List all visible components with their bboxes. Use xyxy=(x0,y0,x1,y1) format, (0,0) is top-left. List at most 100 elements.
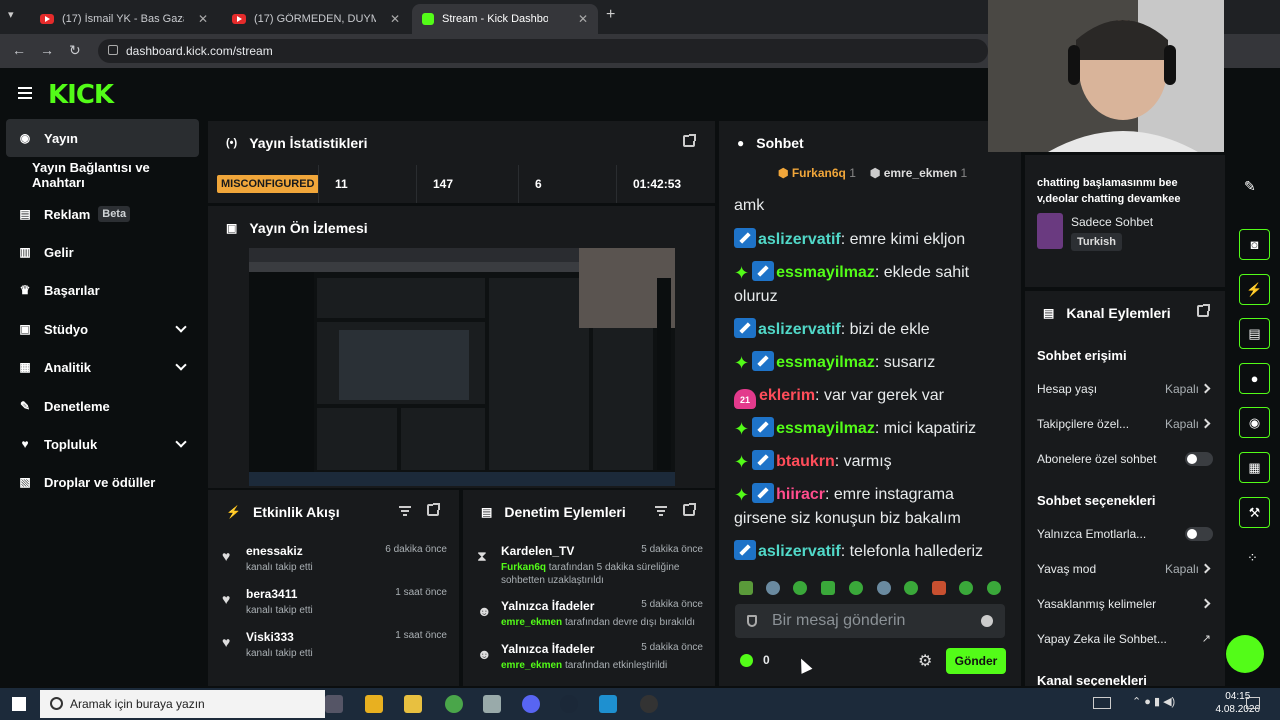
slow-mode-label[interactable]: Yavaş mod xyxy=(1037,562,1096,576)
popout-icon[interactable] xyxy=(427,503,440,516)
back-icon[interactable]: ← xyxy=(12,42,26,58)
chat-options-heading: Sohbet seçenekleri xyxy=(1037,493,1156,508)
sidebar-item-gelir[interactable]: ▥ Gelir xyxy=(6,233,199,271)
popout-icon[interactable] xyxy=(683,134,696,147)
emote-icon[interactable] xyxy=(932,581,946,595)
battlenet-icon[interactable] xyxy=(599,695,617,713)
sidebar-item-yayin[interactable]: ◉ Yayın xyxy=(6,119,199,157)
chat-message: aslizervatif: telefonla hallederiz xyxy=(734,540,1006,564)
app-icon[interactable] xyxy=(483,695,501,713)
popout-icon[interactable] xyxy=(1197,304,1210,317)
stream-preview-video[interactable] xyxy=(249,248,675,486)
app-icon[interactable] xyxy=(365,695,383,713)
close-tab-icon[interactable]: ✕ xyxy=(198,12,208,26)
emote-icon[interactable] xyxy=(821,581,835,595)
chrome-icon[interactable] xyxy=(445,695,463,713)
channel-points[interactable]: 0 xyxy=(740,653,770,667)
stream-category[interactable]: Sadece Sohbet xyxy=(1071,215,1153,229)
chat-message: ✦ essmayilmaz: eklede sahit oluruz xyxy=(734,261,970,305)
gear-icon[interactable]: ⚙ xyxy=(918,651,932,671)
url-bar[interactable]: dashboard.kick.com/stream xyxy=(98,39,988,63)
sidebar-item-stream-key[interactable]: Yayın Bağlantısı ve Anahtarı xyxy=(6,156,199,194)
popout-icon[interactable] xyxy=(683,503,696,516)
sidebar-item-droplar[interactable]: ▧ Droplar ve ödüller xyxy=(6,463,199,501)
external-link-icon[interactable]: ↗ xyxy=(1202,632,1211,645)
chevron-right-icon[interactable] xyxy=(1200,383,1211,394)
broadcast-icon[interactable]: ◉ xyxy=(1239,407,1270,438)
chart-icon: ▥ xyxy=(19,245,31,259)
keyboard-icon[interactable] xyxy=(1093,697,1111,709)
sidebar-item-analitik[interactable]: ▦ Analitik xyxy=(6,348,199,386)
browser-tab-3[interactable]: Stream - Kick Dashboard ✕ xyxy=(412,4,598,34)
emote-icon[interactable] xyxy=(793,581,807,595)
tray-icons[interactable]: ⌃ ● ▮ ◀) xyxy=(1132,695,1175,708)
lightning-icon[interactable]: ⚡ xyxy=(1239,274,1270,305)
emote-icon[interactable] xyxy=(987,581,1001,595)
stream-stats-header: (•) Yayın İstatistikleri xyxy=(208,121,715,165)
browser-tab-2[interactable]: (17) GÖRMEDEN, DUYMADAN ✕ xyxy=(222,4,410,34)
chat-bubble-icon[interactable]: ● xyxy=(1239,363,1270,394)
chat-message: ✦ essmayilmaz: mici kapatiriz xyxy=(734,417,977,439)
category-thumbnail[interactable] xyxy=(1037,213,1063,249)
chevron-right-icon[interactable] xyxy=(1200,418,1211,429)
ai-chat-label[interactable]: Yapay Zeka ile Sohbet... xyxy=(1037,632,1167,646)
sidebar-item-denetleme[interactable]: ✎ Denetleme xyxy=(6,387,199,425)
site-info-icon[interactable] xyxy=(108,45,118,55)
tab-search-icon[interactable]: ▾ xyxy=(8,8,14,21)
banned-words-label[interactable]: Yasaklanmış kelimeler xyxy=(1037,597,1156,611)
forward-icon[interactable]: → xyxy=(40,42,54,58)
notifications-icon[interactable] xyxy=(1246,697,1260,709)
camera-icon[interactable]: ◙ xyxy=(1239,229,1270,260)
task-view-icon[interactable] xyxy=(325,695,343,713)
file-explorer-icon[interactable] xyxy=(404,695,422,713)
account-age-label[interactable]: Hesap yaşı xyxy=(1037,382,1097,396)
emotes-only-toggle[interactable] xyxy=(1185,527,1213,541)
emote-icon[interactable] xyxy=(877,581,891,595)
emote-icon[interactable] xyxy=(959,581,973,595)
vip-badge-icon: ✦ xyxy=(734,452,750,472)
chat-input[interactable]: Bir mesaj gönderin xyxy=(735,604,1005,638)
filter-icon[interactable] xyxy=(399,506,411,516)
followers-only-label[interactable]: Takipçilere özel... xyxy=(1037,417,1129,431)
add-widget-icon[interactable]: ⁘ xyxy=(1247,550,1258,566)
emote-icon[interactable] xyxy=(849,581,863,595)
emoji-picker-icon[interactable] xyxy=(981,615,993,627)
wrench-icon: ✎ xyxy=(19,399,31,413)
menu-icon[interactable] xyxy=(18,87,32,99)
emote-icon[interactable] xyxy=(766,581,780,595)
sidebar-item-topluluk[interactable]: ♥ Topluluk xyxy=(6,425,199,463)
discord-icon[interactable] xyxy=(522,695,540,713)
top-user-1[interactable]: ⬢ Furkan6q 1 xyxy=(778,166,856,180)
reload-icon[interactable]: ↻ xyxy=(69,42,81,59)
top-user-2[interactable]: ⬢ emre_ekmen 1 xyxy=(870,166,967,180)
language-tag: Turkish xyxy=(1071,233,1122,251)
steam-icon[interactable] xyxy=(560,695,578,713)
sidebar-item-reklam[interactable]: ▤ Reklam Beta xyxy=(6,195,199,233)
browser-tab-1[interactable]: (17) İsmail YK - Bas Gaza (Offici ✕ xyxy=(30,4,218,34)
kick-logo[interactable]: KICK xyxy=(48,80,114,110)
obs-icon[interactable] xyxy=(640,695,658,713)
chevron-right-icon[interactable] xyxy=(1200,563,1211,574)
channel-options-heading: Kanal seçenekleri xyxy=(1037,673,1147,686)
filter-icon[interactable] xyxy=(655,506,667,516)
close-tab-icon[interactable]: ✕ xyxy=(578,12,588,26)
analytics-icon: ▦ xyxy=(19,360,31,374)
emote-icon[interactable] xyxy=(904,581,918,595)
stat-duration: 01:42:53 xyxy=(616,165,715,203)
chevron-right-icon[interactable] xyxy=(1200,598,1211,609)
sidebar-item-studyo[interactable]: ▣ Stüdyo xyxy=(6,310,199,348)
windows-start-icon[interactable] xyxy=(12,697,26,711)
new-tab-icon[interactable]: + xyxy=(606,6,615,24)
sidebar-item-basarilar[interactable]: ♛ Başarılar xyxy=(6,271,199,309)
subscribers-only-toggle[interactable] xyxy=(1185,452,1213,466)
wrench-icon[interactable]: ⚒ xyxy=(1239,497,1270,528)
send-button[interactable]: Gönder xyxy=(946,648,1006,674)
document-icon[interactable]: ▤ xyxy=(1239,318,1270,349)
emote-icon[interactable] xyxy=(739,581,753,595)
close-tab-icon[interactable]: ✕ xyxy=(390,12,400,26)
taskbar-search[interactable]: Aramak için buraya yazın xyxy=(40,690,325,718)
edit-icon[interactable]: ✎ xyxy=(1244,178,1256,195)
layout-icon[interactable]: ▦ xyxy=(1239,452,1270,483)
heart-icon: ♥ xyxy=(222,591,231,607)
support-chat-button[interactable] xyxy=(1226,635,1264,673)
